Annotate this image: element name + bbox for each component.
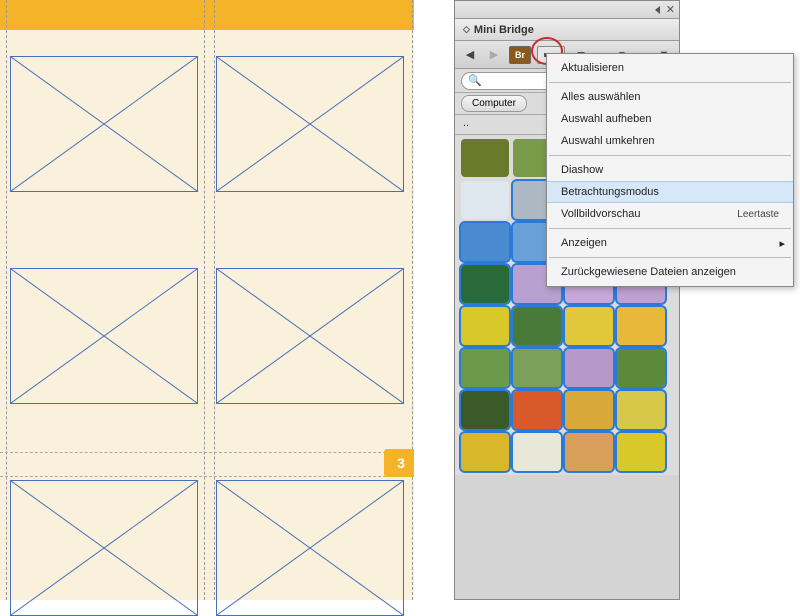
panel-topbar: ✕	[455, 1, 679, 19]
thumbnail[interactable]	[513, 349, 561, 387]
thumbnail[interactable]	[461, 223, 509, 261]
image-frame[interactable]	[216, 56, 404, 192]
menu-diashow[interactable]: Diashow	[547, 159, 793, 181]
thumbnail[interactable]	[461, 307, 509, 345]
menu-alles-auswaehlen[interactable]: Alles auswählen	[547, 86, 793, 108]
image-frame[interactable]	[216, 268, 404, 404]
thumbnail[interactable]	[461, 391, 509, 429]
thumbnail[interactable]	[565, 349, 613, 387]
menu-auswahl-aufheben[interactable]: Auswahl aufheben	[547, 108, 793, 130]
computer-button[interactable]: Computer	[461, 95, 527, 112]
thumbnail[interactable]	[565, 433, 613, 471]
bridge-button[interactable]: Br	[509, 46, 531, 64]
image-frame[interactable]	[10, 480, 198, 616]
image-frame[interactable]	[216, 480, 404, 616]
search-input[interactable]	[486, 75, 546, 87]
image-frame[interactable]	[10, 268, 198, 404]
menu-separator	[549, 257, 791, 258]
submenu-arrow-icon: ▸	[779, 237, 785, 250]
header-bar	[0, 0, 414, 30]
thumbnail[interactable]	[617, 391, 665, 429]
search-icon: 🔍	[468, 74, 482, 87]
thumbnail[interactable]	[513, 307, 561, 345]
menu-betrachtungsmodus[interactable]: Betrachtungsmodus	[547, 181, 793, 203]
thumbnail[interactable]	[461, 433, 509, 471]
document-canvas[interactable]: 3	[0, 0, 416, 600]
thumbnail[interactable]	[513, 391, 561, 429]
menu-anzeigen[interactable]: Anzeigen ▸	[547, 232, 793, 254]
thumbnail[interactable]	[565, 307, 613, 345]
column-guide	[204, 0, 205, 600]
thumbnail[interactable]	[461, 181, 509, 219]
menu-label: Vollbildvorschau	[561, 208, 641, 220]
menu-label: Alles auswählen	[561, 91, 641, 103]
menu-separator	[549, 82, 791, 83]
panel-tab[interactable]: ◇ Mini Bridge	[455, 19, 679, 41]
thumbnail[interactable]	[565, 391, 613, 429]
menu-label: Diashow	[561, 164, 603, 176]
page-number-tab[interactable]: 3	[384, 449, 418, 477]
close-icon[interactable]: ✕	[666, 3, 675, 16]
menu-zurueckgewiesene[interactable]: Zurückgewiesene Dateien anzeigen	[547, 261, 793, 283]
thumbnail[interactable]	[617, 433, 665, 471]
menu-label: Auswahl umkehren	[561, 135, 655, 147]
thumbnail[interactable]	[461, 265, 509, 303]
ruler-edge	[414, 0, 454, 600]
menu-label: Zurückgewiesene Dateien anzeigen	[561, 266, 736, 278]
menu-vollbildvorschau[interactable]: Vollbildvorschau Leertaste	[547, 203, 793, 225]
menu-shortcut: Leertaste	[737, 209, 779, 220]
column-guide	[214, 0, 215, 600]
menu-label: Anzeigen	[561, 237, 607, 249]
thumbnail[interactable]	[617, 307, 665, 345]
thumbnail[interactable]	[461, 349, 509, 387]
back-button[interactable]: ◀	[461, 46, 479, 64]
menu-label: Betrachtungsmodus	[561, 186, 659, 198]
forward-button[interactable]: ▶	[485, 46, 503, 64]
column-guide	[412, 0, 413, 600]
menu-auswahl-umkehren[interactable]: Auswahl umkehren	[547, 130, 793, 152]
thumbnail[interactable]	[513, 433, 561, 471]
collapse-icon[interactable]	[655, 6, 660, 14]
menu-separator	[549, 228, 791, 229]
column-guide	[6, 0, 7, 600]
thumbnail[interactable]	[461, 139, 509, 177]
menu-label: Auswahl aufheben	[561, 113, 652, 125]
panel-title: Mini Bridge	[474, 24, 534, 36]
horizontal-guide	[0, 476, 416, 477]
context-menu: Aktualisieren Alles auswählen Auswahl au…	[546, 53, 794, 287]
horizontal-guide	[0, 452, 416, 453]
thumbnail[interactable]	[617, 349, 665, 387]
menu-aktualisieren[interactable]: Aktualisieren	[547, 57, 793, 79]
image-frame[interactable]	[10, 56, 198, 192]
updown-icon: ◇	[463, 24, 470, 35]
menu-separator	[549, 155, 791, 156]
menu-label: Aktualisieren	[561, 62, 624, 74]
